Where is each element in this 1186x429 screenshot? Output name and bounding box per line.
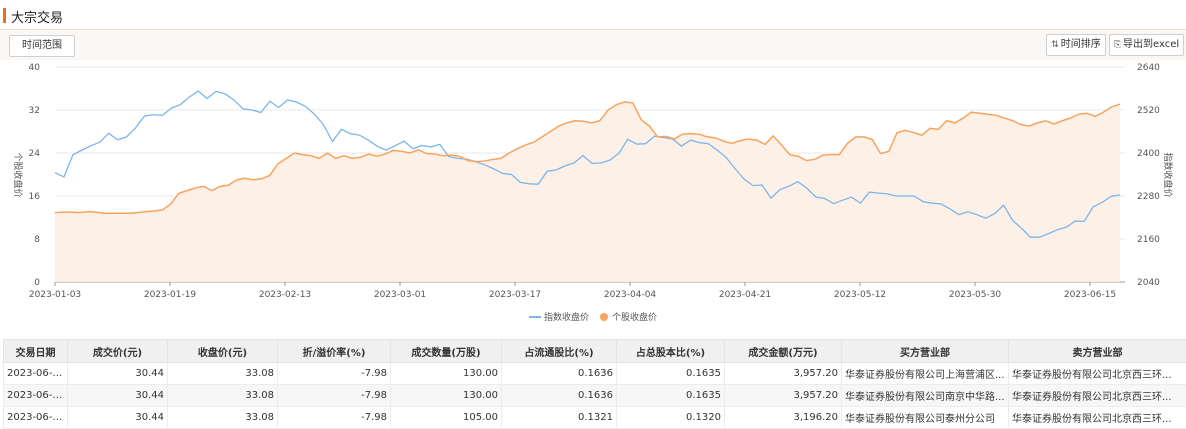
time-sort-label: 时间排序: [1061, 39, 1101, 50]
y-right-tick-label: 2520: [1137, 106, 1160, 116]
y-right-tick-label: 2280: [1137, 192, 1160, 202]
x-tick-label: 2023-03-01: [374, 290, 426, 300]
export-icon: ⎘: [1114, 35, 1121, 55]
y-right-tick-label: 2400: [1137, 149, 1160, 159]
y-left-tick-label: 8: [34, 235, 40, 245]
y-right-axis-title: 指数收盘价: [1162, 152, 1174, 197]
legend-index-label: 指数收盘价: [544, 311, 589, 323]
time-sort-button[interactable]: ⇅时间排序: [1046, 34, 1106, 56]
table-cell: 33.08: [168, 363, 278, 385]
table-row: 2023-06-2030.4433.08-7.98130.000.16360.1…: [4, 385, 1186, 407]
table-cell: 2023-06-20: [4, 363, 68, 385]
y-left-tick-label: 16: [29, 192, 41, 202]
table-cell: 0.1636: [502, 385, 617, 407]
legend-stock-swatch: [600, 313, 608, 321]
table-cell: 2023-06-20: [4, 385, 68, 407]
table-cell: 华泰证券股份有限公司泰州分公司: [842, 407, 1009, 429]
x-tick-label: 2023-01-03: [29, 290, 81, 300]
table-cell: 30.44: [68, 407, 168, 429]
export-excel-button[interactable]: ⎘导出到excel: [1109, 34, 1184, 56]
x-tick-label: 2023-05-12: [834, 290, 886, 300]
table-cell: 0.1635: [617, 385, 725, 407]
table-cell: 0.1635: [617, 363, 725, 385]
time-range-button[interactable]: 时间范围: [9, 35, 75, 57]
x-tick-label: 2023-06-15: [1064, 290, 1116, 300]
stock-area-fill: [55, 102, 1120, 282]
legend-stock-label: 个股收盘价: [612, 311, 657, 323]
table-body: 2023-06-2030.4433.08-7.98130.000.16360.1…: [4, 363, 1186, 429]
chart-legend: 指数收盘价 个股收盘价: [529, 311, 657, 323]
table-cell: 华泰证券股份有限公司北京西三环...: [1009, 385, 1186, 407]
table-cell: 30.44: [68, 363, 168, 385]
table-cell: 130.00: [391, 363, 502, 385]
column-header[interactable]: 占总股本比(%): [617, 340, 725, 363]
accent-bar: [3, 8, 6, 23]
y-left-tick-label: 40: [29, 63, 41, 73]
x-tick-label: 2023-03-17: [489, 290, 541, 300]
x-tick-label: 2023-04-04: [604, 290, 657, 300]
table-cell: -7.98: [278, 407, 391, 429]
table-cell: 华泰证券股份有限公司上海营浦区...: [842, 363, 1009, 385]
table-cell: 0.1321: [502, 407, 617, 429]
table-cell: 3,957.20: [725, 363, 842, 385]
column-header[interactable]: 占流通股比(%): [502, 340, 617, 363]
table-cell: 华泰证券股份有限公司北京西三环...: [1009, 407, 1186, 429]
column-header[interactable]: 成交价(元): [68, 340, 168, 363]
table-cell: 华泰证券股份有限公司南京中华路...: [842, 385, 1009, 407]
table-cell: -7.98: [278, 363, 391, 385]
column-header[interactable]: 收盘价(元): [168, 340, 278, 363]
sort-icon: ⇅: [1051, 35, 1059, 55]
table-cell: 130.00: [391, 385, 502, 407]
y-left-axis-title: 个股收盘价: [12, 152, 24, 197]
price-chart: 0816243240204021602280240025202640个股收盘价指…: [0, 60, 1186, 335]
block-trade-table: 交易日期成交价(元)收盘价(元)折/溢价率(%)成交数量(万股)占流通股比(%)…: [3, 339, 1186, 429]
table-cell: 33.08: [168, 385, 278, 407]
y-left-tick-label: 32: [29, 106, 40, 116]
table-cell: 3,196.20: [725, 407, 842, 429]
table-cell: 105.00: [391, 407, 502, 429]
column-header[interactable]: 卖方营业部: [1009, 340, 1186, 363]
table-row: 2023-06-2030.4433.08-7.98130.000.16360.1…: [4, 363, 1186, 385]
x-tick-label: 2023-05-30: [949, 290, 1002, 300]
table-header-row: 交易日期成交价(元)收盘价(元)折/溢价率(%)成交数量(万股)占流通股比(%)…: [4, 340, 1186, 363]
column-header[interactable]: 折/溢价率(%): [278, 340, 391, 363]
x-tick-label: 2023-04-21: [719, 290, 771, 300]
table-cell: 33.08: [168, 407, 278, 429]
y-right-tick-label: 2160: [1137, 235, 1160, 245]
section-header: 大宗交易: [0, 0, 1186, 30]
column-header[interactable]: 买方营业部: [842, 340, 1009, 363]
table-cell: -7.98: [278, 385, 391, 407]
y-left-tick-label: 0: [34, 278, 40, 288]
table-cell: 0.1320: [617, 407, 725, 429]
table-row: 2023-06-2030.4433.08-7.98105.000.13210.1…: [4, 407, 1186, 429]
y-right-tick-label: 2640: [1137, 63, 1160, 73]
table-cell: 0.1636: [502, 363, 617, 385]
x-tick-label: 2023-01-19: [144, 290, 197, 300]
table-cell: 华泰证券股份有限公司北京西三环...: [1009, 363, 1186, 385]
y-left-tick-label: 24: [29, 149, 41, 159]
table-cell: 3,957.20: [725, 385, 842, 407]
column-header[interactable]: 成交数量(万股): [391, 340, 502, 363]
x-tick-label: 2023-02-13: [259, 290, 311, 300]
column-header[interactable]: 成交金额(万元): [725, 340, 842, 363]
table-cell: 2023-06-20: [4, 407, 68, 429]
toolbar-band: [0, 30, 1186, 60]
table-cell: 30.44: [68, 385, 168, 407]
section-title: 大宗交易: [11, 7, 63, 26]
y-right-tick-label: 2040: [1137, 278, 1160, 288]
column-header[interactable]: 交易日期: [4, 340, 68, 363]
export-excel-label: 导出到excel: [1123, 39, 1179, 50]
